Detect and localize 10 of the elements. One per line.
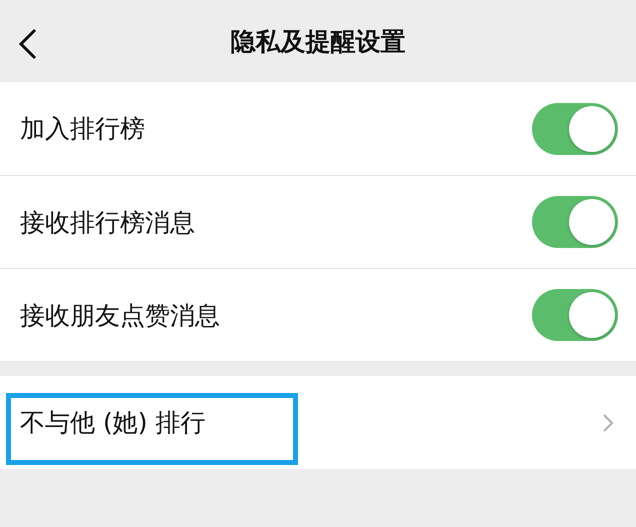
setting-label[interactable]: 不与他 (她) 排行 bbox=[20, 406, 206, 439]
setting-label: 接收朋友点赞消息 bbox=[20, 300, 220, 332]
setting-label: 接收排行榜消息 bbox=[20, 206, 195, 238]
chevron-icon bbox=[602, 412, 614, 432]
page-title: 隐私及提醒设置 bbox=[230, 26, 406, 58]
back-icon[interactable] bbox=[18, 28, 38, 60]
toggle-switch[interactable] bbox=[532, 289, 618, 341]
setting-label: 加入排行榜 bbox=[20, 113, 145, 145]
toggle-switch[interactable] bbox=[532, 196, 618, 248]
toggle-switch[interactable] bbox=[532, 102, 618, 154]
